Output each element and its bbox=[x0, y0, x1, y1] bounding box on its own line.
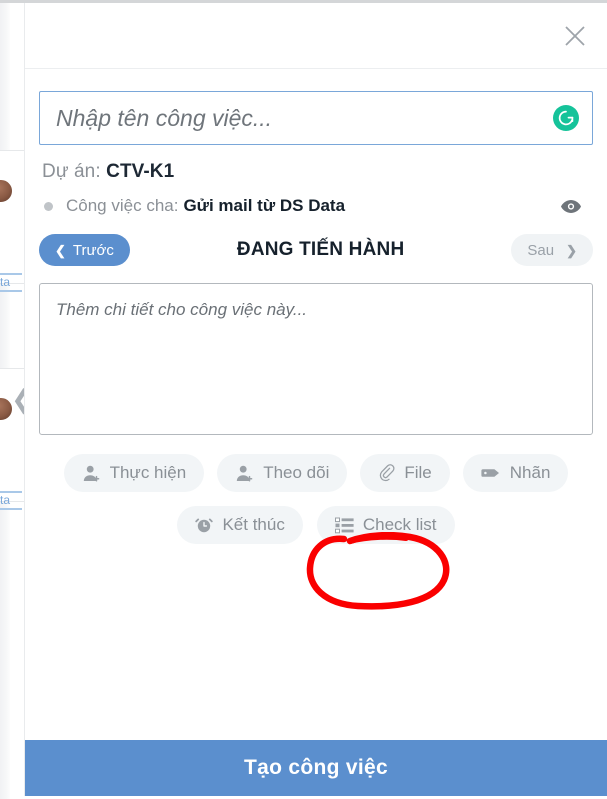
task-title-field bbox=[39, 91, 593, 145]
create-task-button-label: Tạo công việc bbox=[244, 756, 388, 779]
previous-status-button[interactable]: ❮ Trước bbox=[39, 234, 130, 266]
background-card[interactable] bbox=[0, 150, 25, 284]
action-chip-row-2: Kết thúc Check list bbox=[39, 506, 593, 544]
grammarly-icon[interactable] bbox=[553, 105, 579, 131]
user-follow-icon bbox=[235, 464, 254, 483]
dialog-header bbox=[25, 3, 607, 69]
checklist-chip[interactable]: Check list bbox=[316, 506, 455, 544]
task-title-input[interactable] bbox=[39, 91, 593, 145]
close-icon[interactable] bbox=[555, 16, 595, 56]
file-chip-label: File bbox=[404, 463, 432, 482]
follower-chip-label: Theo dõi bbox=[263, 463, 330, 482]
checklist-icon bbox=[334, 517, 354, 534]
label-chip[interactable]: Nhãn bbox=[462, 454, 569, 492]
assignee-chip-label: Thực hiện bbox=[109, 463, 187, 482]
background-link[interactable]: ta bbox=[0, 273, 22, 292]
parent-task-value[interactable]: Gửi mail từ DS Data bbox=[183, 196, 345, 216]
project-row: Dự án: CTV-K1 bbox=[39, 161, 593, 183]
project-label: Dự án: bbox=[42, 161, 101, 182]
tag-icon bbox=[481, 466, 501, 480]
action-chip-row-1: Thực hiện Theo dõi File Nhãn bbox=[39, 454, 593, 492]
user-add-icon bbox=[82, 464, 101, 483]
file-chip[interactable]: File bbox=[360, 454, 450, 492]
status-navigation: ❮ Trước ĐANG TIẾN HÀNH Sau ❯ bbox=[39, 234, 593, 266]
current-status-label: ĐANG TIẾN HÀNH bbox=[236, 239, 405, 260]
create-task-dialog: Dự án: CTV-K1 Công việc cha: Gửi mail từ… bbox=[25, 3, 607, 796]
next-status-label: Sau bbox=[527, 241, 555, 259]
due-date-chip[interactable]: Kết thúc bbox=[177, 506, 303, 544]
dialog-body: Dự án: CTV-K1 Công việc cha: Gửi mail từ… bbox=[25, 69, 607, 740]
paperclip-icon bbox=[378, 463, 395, 483]
app-screenshot: ta ta ❮ Nhập tên công việc... Dự án: CTV… bbox=[0, 0, 607, 799]
eye-icon[interactable] bbox=[557, 194, 585, 218]
create-task-button[interactable]: Tạo công việc bbox=[25, 740, 607, 796]
assignee-chip[interactable]: Thực hiện bbox=[63, 454, 205, 492]
project-value[interactable]: CTV-K1 bbox=[106, 161, 174, 182]
chevron-right-icon: ❯ bbox=[566, 242, 577, 258]
label-chip-label: Nhãn bbox=[509, 463, 551, 482]
chevron-left-icon: ❮ bbox=[55, 242, 66, 258]
previous-status-label: Trước bbox=[72, 241, 114, 259]
task-description-input[interactable] bbox=[39, 283, 593, 435]
next-status-button[interactable]: Sau ❯ bbox=[511, 234, 593, 266]
bullet-icon bbox=[44, 201, 53, 211]
background-link[interactable]: ta bbox=[0, 491, 22, 510]
alarm-clock-icon bbox=[195, 516, 214, 534]
parent-task-label: Công việc cha: bbox=[66, 196, 179, 215]
checklist-chip-label: Check list bbox=[362, 515, 437, 534]
due-date-chip-label: Kết thúc bbox=[222, 515, 285, 534]
follower-chip[interactable]: Theo dõi bbox=[217, 454, 348, 492]
parent-task-row: Công việc cha: Gửi mail từ DS Data bbox=[39, 194, 593, 218]
